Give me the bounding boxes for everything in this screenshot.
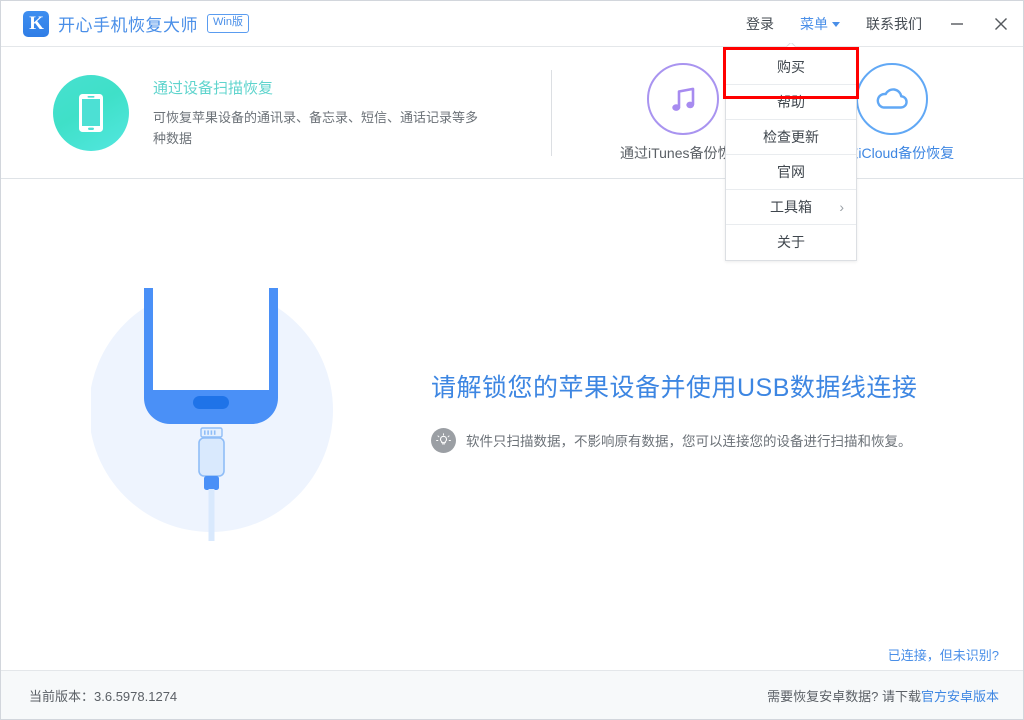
menu-button-label: 菜单 — [800, 15, 828, 32]
menu-item-about[interactable]: 关于 — [726, 225, 856, 260]
minimize-button[interactable] — [935, 1, 979, 47]
page-title: 请解锁您的苹果设备并使用USB数据线连接 — [431, 373, 918, 402]
cloud-glyph — [876, 87, 908, 109]
version-value: 3.6.5978.1274 — [94, 688, 178, 704]
main-content: 请解锁您的苹果设备并使用USB数据线连接 软件只扫描数据，不影响原有数据，您可以… — [1, 180, 1023, 640]
phone-icon — [53, 74, 129, 151]
menu-item-help-label: 帮助 — [777, 94, 805, 110]
phone-cable-illustration-icon — [91, 288, 333, 541]
connect-device-illustration — [1, 270, 431, 550]
dropdown-pointer-icon — [784, 43, 798, 50]
brand: K 开心手机恢复大师 Win版 — [23, 10, 249, 37]
login-button[interactable]: 登录 — [733, 1, 787, 47]
chevron-down-icon — [832, 21, 840, 27]
menu-item-help[interactable]: 帮助 — [726, 85, 856, 120]
connect-message: 请解锁您的苹果设备并使用USB数据线连接 软件只扫描数据，不影响原有数据，您可以… — [431, 368, 1023, 453]
version-label: 当前版本： — [29, 688, 95, 704]
feature-device-scan[interactable]: 通过设备扫描恢复 可恢复苹果设备的通讯录、备忘录、短信、通话记录等多种数据 — [1, 74, 551, 151]
platform-badge: Win版 — [207, 14, 249, 33]
feature-device-scan-text: 通过设备扫描恢复 可恢复苹果设备的通讯录、备忘录、短信、通话记录等多种数据 — [153, 77, 483, 149]
title-bar: K 开心手机恢复大师 Win版 登录 菜单 联系我们 — [1, 1, 1023, 47]
menu-item-purchase[interactable]: 购买 — [726, 50, 856, 85]
menu-item-about-label: 关于 — [777, 234, 805, 250]
menu-item-official-site[interactable]: 官网 — [726, 155, 856, 190]
music-note-glyph — [672, 87, 695, 111]
android-promo: 需要恢复安卓数据? 请下载官方安卓版本 — [767, 686, 999, 705]
status-bar: 已连接，但未识别? — [1, 638, 1023, 671]
application-window: K 开心手机恢复大师 Win版 登录 菜单 联系我们 通过设备扫描恢复 可恢复苹… — [0, 0, 1024, 720]
menu-dropdown: 购买 帮助 检查更新 官网 工具箱 › 关于 — [725, 49, 857, 261]
connection-help-link[interactable]: 已连接，但未识别? — [888, 645, 999, 664]
tip-row: 软件只扫描数据，不影响原有数据，您可以连接您的设备进行扫描和恢复。 — [431, 427, 953, 453]
menu-item-toolbox[interactable]: 工具箱 › — [726, 190, 856, 225]
title-bar-actions: 登录 菜单 联系我们 — [733, 1, 1023, 46]
menu-item-toolbox-label: 工具箱 — [770, 199, 812, 215]
menu-item-purchase-label: 购买 — [777, 59, 805, 75]
lightbulb-glyph — [436, 432, 451, 444]
menu-button[interactable]: 菜单 — [787, 1, 853, 47]
phone-glyph — [79, 93, 103, 132]
feature-strip: 通过设备扫描恢复 可恢复苹果设备的通讯录、备忘录、短信、通话记录等多种数据 通过… — [1, 47, 1023, 179]
cloud-icon — [856, 62, 929, 135]
close-icon — [995, 17, 1007, 30]
feature-device-scan-title: 通过设备扫描恢复 — [153, 79, 274, 97]
version-info: 当前版本：3.6.5978.1274 — [29, 686, 177, 705]
lightbulb-icon — [431, 427, 456, 453]
menu-item-official-site-label: 官网 — [777, 164, 805, 180]
tip-text: 软件只扫描数据，不影响原有数据，您可以连接您的设备进行扫描和恢复。 — [466, 434, 912, 449]
menu-item-check-update-label: 检查更新 — [763, 129, 819, 145]
music-note-icon — [646, 62, 719, 135]
android-promo-text: 需要恢复安卓数据? 请下载 — [767, 688, 921, 704]
feature-device-scan-desc: 可恢复苹果设备的通讯录、备忘录、短信、通话记录等多种数据 — [153, 109, 479, 146]
chevron-right-icon: › — [839, 199, 844, 215]
menu-item-check-update[interactable]: 检查更新 — [726, 120, 856, 155]
app-logo-icon: K — [23, 10, 49, 37]
app-title: 开心手机恢复大师 — [58, 16, 198, 35]
close-button[interactable] — [979, 1, 1023, 47]
android-download-link[interactable]: 官方安卓版本 — [921, 689, 999, 704]
contact-us-button[interactable]: 联系我们 — [853, 1, 935, 47]
footer-bar: 当前版本：3.6.5978.1274 需要恢复安卓数据? 请下载官方安卓版本 — [1, 671, 1023, 719]
minimize-icon — [951, 22, 963, 25]
